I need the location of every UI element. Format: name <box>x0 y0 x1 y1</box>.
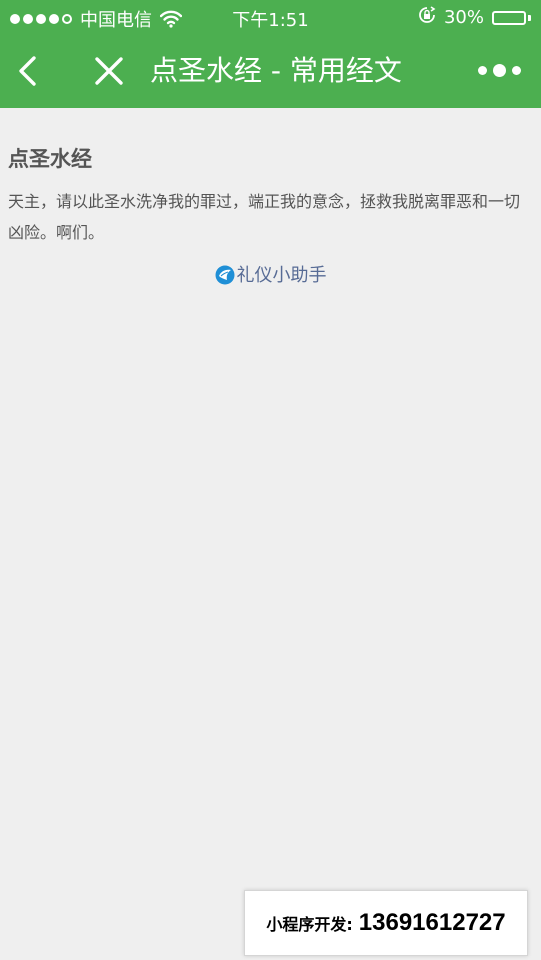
dev-label: 小程序开发: <box>266 915 353 934</box>
chevron-left-icon <box>19 56 36 86</box>
developer-contact-banner[interactable]: 小程序开发: 13691612727 <box>244 890 528 956</box>
status-right: 30% <box>418 6 531 29</box>
orientation-lock-icon <box>418 6 436 29</box>
wifi-icon <box>160 10 182 28</box>
back-button[interactable] <box>12 54 46 88</box>
close-button[interactable] <box>92 54 126 88</box>
assistant-link[interactable]: 礼仪小助手 <box>0 262 541 290</box>
status-left: 中国电信 <box>10 6 182 32</box>
assistant-logo-icon <box>215 265 235 285</box>
battery-icon <box>492 10 531 25</box>
carrier-label: 中国电信 <box>80 10 152 31</box>
more-button[interactable] <box>478 64 521 77</box>
article-title: 点圣水经 <box>8 147 92 171</box>
content: 点圣水经 天主，请以此圣水洗净我的罪过，端正我的意念，拯救我脱离罪恶和一切凶险。… <box>0 108 541 290</box>
more-dots-icon <box>478 66 487 75</box>
header: 中国电信 下午1:51 30% 点圣水经 - 常用经文 <box>0 0 541 108</box>
nav-title: 点圣水经 - 常用经文 <box>150 54 402 87</box>
assistant-link-label: 礼仪小助手 <box>236 265 327 286</box>
navbar: 点圣水经 - 常用经文 <box>0 36 541 106</box>
article-body: 天主，请以此圣水洗净我的罪过，端正我的意念，拯救我脱离罪恶和一切凶险。啊们。 <box>8 192 521 242</box>
signal-icon <box>10 10 72 28</box>
dev-phone: 13691612727 <box>358 909 506 936</box>
status-bar: 中国电信 下午1:51 30% <box>0 0 541 34</box>
close-icon <box>95 57 123 85</box>
battery-percent: 30% <box>443 7 484 28</box>
status-time: 下午1:51 <box>232 10 309 31</box>
